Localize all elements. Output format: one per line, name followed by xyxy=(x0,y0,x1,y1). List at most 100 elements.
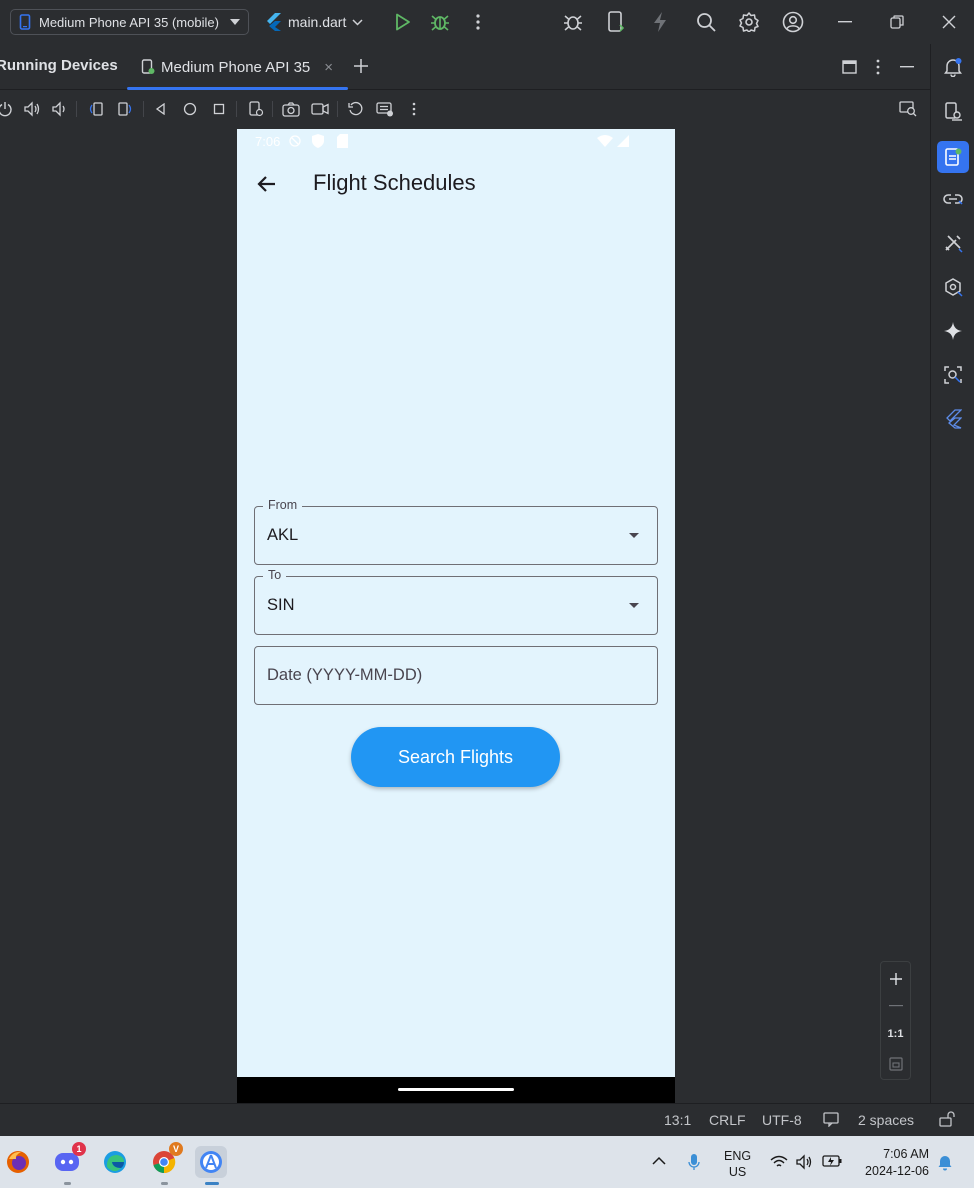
hot-reload-icon[interactable] xyxy=(648,10,672,34)
notification-bell-icon[interactable] xyxy=(937,1153,953,1171)
battery-icon[interactable] xyxy=(822,1154,842,1168)
lock-icon[interactable] xyxy=(939,1111,957,1127)
run-icon[interactable] xyxy=(391,10,415,34)
fit-screen-icon[interactable] xyxy=(881,1053,910,1075)
close-icon[interactable] xyxy=(937,10,961,34)
to-label: To xyxy=(263,568,287,582)
tab-close-icon[interactable]: × xyxy=(324,59,333,76)
tools-icon[interactable] xyxy=(939,229,967,257)
dropdown-arrow-icon xyxy=(629,603,639,608)
tab-active-indicator xyxy=(127,87,348,90)
date-placeholder: Date (YYYY-MM-DD) xyxy=(267,666,423,684)
from-dropdown[interactable]: From AKL xyxy=(254,498,658,565)
gemini-sparkle-icon[interactable] xyxy=(939,317,967,345)
from-value: AKL xyxy=(267,526,299,544)
speaker-icon[interactable] xyxy=(795,1154,813,1170)
phone-screen: 7:06 Flight Schedules From AKL To SIN Da… xyxy=(237,129,675,1103)
zoom-actual-size[interactable]: 1:1 xyxy=(881,1024,910,1044)
file-encoding[interactable]: UTF-8 xyxy=(762,1112,802,1128)
hide-panel-icon[interactable] xyxy=(900,66,914,68)
rotate-right-icon[interactable] xyxy=(114,98,136,120)
dnd-icon xyxy=(289,135,301,147)
device-tab-icon xyxy=(141,59,155,75)
input-language[interactable]: ENG US xyxy=(724,1148,751,1180)
tool-window-title: Running Devices xyxy=(0,57,118,74)
phone-icon xyxy=(19,14,31,30)
running-indicator xyxy=(161,1182,168,1185)
power-icon[interactable] xyxy=(0,98,16,120)
keyboard-icon[interactable] xyxy=(374,98,396,120)
more-vert-icon[interactable] xyxy=(466,10,490,34)
search-icon[interactable] xyxy=(694,10,718,34)
notifications-icon[interactable] xyxy=(939,53,967,81)
clock-date: 2024-12-06 xyxy=(865,1164,929,1178)
more-vert-icon[interactable] xyxy=(876,59,880,75)
inspect-screen-icon[interactable] xyxy=(897,98,919,120)
date-input[interactable]: Date (YYYY-MM-DD) xyxy=(254,646,658,705)
back-arrow-icon[interactable] xyxy=(253,170,281,198)
chrome-app[interactable]: V xyxy=(148,1142,183,1185)
indent-setting[interactable]: 2 spaces xyxy=(858,1112,914,1128)
account-icon[interactable] xyxy=(781,10,805,34)
chrome-badge: V xyxy=(169,1142,183,1156)
to-dropdown[interactable]: To SIN xyxy=(254,568,658,635)
dropdown-arrow-icon xyxy=(629,533,639,538)
attach-debugger-icon[interactable] xyxy=(561,10,585,34)
link-icon[interactable] xyxy=(939,185,967,213)
run-config-selector[interactable]: main.dart xyxy=(266,9,363,35)
gesture-handle[interactable] xyxy=(398,1088,514,1091)
home-nav-icon[interactable] xyxy=(179,98,201,120)
minimize-icon[interactable] xyxy=(833,10,857,34)
zoom-controls: 1:1 xyxy=(880,961,911,1080)
zoom-in-icon[interactable] xyxy=(881,968,910,990)
page-title: Flight Schedules xyxy=(313,170,476,195)
apply-changes-icon[interactable] xyxy=(604,10,628,34)
undo-icon[interactable] xyxy=(345,98,367,120)
camera-icon[interactable] xyxy=(280,98,302,120)
overview-nav-icon[interactable] xyxy=(208,98,230,120)
running-devices-header: Running Devices Medium Phone API 35 × xyxy=(0,44,930,90)
layout-inspector-icon[interactable] xyxy=(939,361,967,389)
device-selector[interactable]: Medium Phone API 35 (mobile) xyxy=(10,9,249,35)
chevron-down-icon xyxy=(230,19,240,25)
chevron-up-icon[interactable] xyxy=(652,1156,666,1165)
caret-position[interactable]: 13:1 xyxy=(664,1112,691,1128)
running-devices-icon[interactable] xyxy=(937,141,969,173)
flutter-inspector-icon[interactable] xyxy=(939,405,967,433)
wifi-tray-icon[interactable] xyxy=(770,1155,788,1169)
microphone-icon[interactable] xyxy=(688,1153,700,1171)
debug-icon[interactable] xyxy=(428,10,452,34)
clock-time: 7:06 AM xyxy=(883,1147,929,1161)
window-layout-icon[interactable] xyxy=(842,60,857,74)
volume-up-icon[interactable] xyxy=(21,98,43,120)
clock[interactable]: 7:06 AM 2024-12-06 xyxy=(859,1146,929,1180)
windows-taskbar: 1 V ENG US 7:06 AM 2024-12-06 xyxy=(0,1136,974,1188)
readonly-toggle-icon[interactable] xyxy=(823,1111,839,1127)
edge-app[interactable] xyxy=(99,1146,131,1178)
region-code: US xyxy=(728,1165,747,1179)
android-status-bar: 7:06 xyxy=(237,129,675,155)
device-settings-icon[interactable] xyxy=(245,98,267,120)
volume-down-icon[interactable] xyxy=(48,98,70,120)
toolbar-separator xyxy=(236,101,237,117)
tab-medium-phone[interactable]: Medium Phone API 35 × xyxy=(127,44,348,90)
firefox-app[interactable] xyxy=(2,1146,34,1178)
restore-icon[interactable] xyxy=(885,10,909,34)
screen-record-icon[interactable] xyxy=(309,98,331,120)
discord-app[interactable]: 1 xyxy=(51,1142,86,1185)
more-vert-icon[interactable] xyxy=(403,98,425,120)
search-flights-button[interactable]: Search Flights xyxy=(351,727,560,787)
flutter-icon xyxy=(266,13,282,31)
android-studio-app[interactable] xyxy=(195,1146,227,1185)
rotate-left-icon[interactable] xyxy=(85,98,107,120)
add-tab-icon[interactable] xyxy=(353,58,369,74)
app-quality-icon[interactable] xyxy=(939,273,967,301)
back-nav-icon[interactable] xyxy=(150,98,172,120)
line-separator[interactable]: CRLF xyxy=(709,1112,746,1128)
shield-icon xyxy=(312,134,324,148)
android-nav-bar xyxy=(237,1077,675,1103)
zoom-out-icon[interactable] xyxy=(881,996,910,1016)
gear-icon[interactable] xyxy=(737,10,761,34)
run-config-label: main.dart xyxy=(288,14,347,30)
device-manager-icon[interactable] xyxy=(939,97,967,125)
